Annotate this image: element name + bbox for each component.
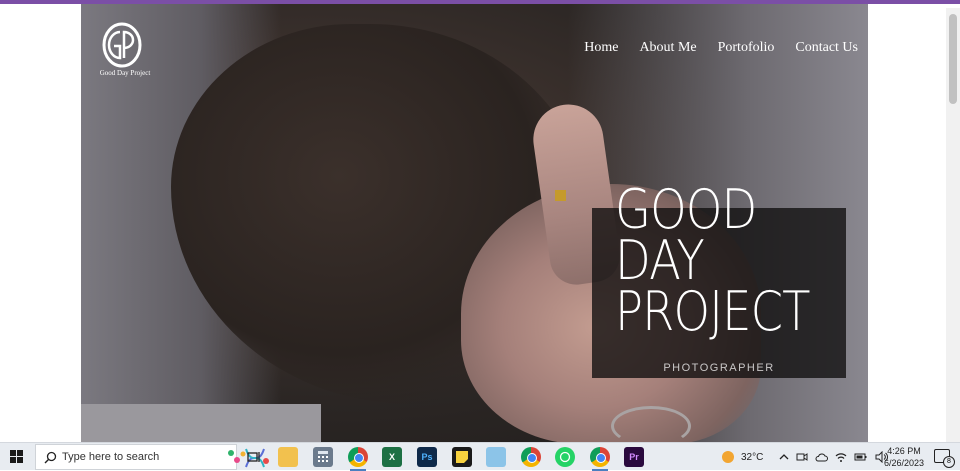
weather-widget[interactable]: 32°C: [720, 443, 763, 471]
notification-center-icon[interactable]: 8: [934, 449, 955, 468]
taskbar-search-box[interactable]: Type here to search: [35, 444, 269, 470]
start-button[interactable]: [0, 443, 34, 471]
calculator-icon[interactable]: [313, 447, 333, 467]
hero-title-line: PROJECT: [615, 280, 811, 343]
hero-laptop-shape: [81, 404, 321, 442]
main-nav: Home About Me Portofolio Contact Us: [584, 40, 858, 56]
system-tray: [779, 443, 888, 471]
scrollbar-thumb[interactable]: [949, 14, 957, 104]
premiere-pro-icon[interactable]: Pr: [624, 447, 644, 467]
wifi-icon[interactable]: [835, 451, 847, 463]
web-page: Good Day Project Home About Me Portofoli…: [0, 4, 960, 446]
excel-icon[interactable]: X: [382, 447, 402, 467]
file-explorer-icon[interactable]: [278, 447, 298, 467]
nav-about-me[interactable]: About Me: [639, 40, 696, 56]
notification-count: 8: [943, 456, 955, 468]
hero-banner: Good Day Project Home About Me Portofoli…: [81, 4, 868, 442]
hero-title-line: GOOD: [615, 178, 757, 241]
hero-ring-shape: [611, 406, 691, 442]
chrome-profile-3-icon[interactable]: [590, 447, 610, 471]
nav-portofolio[interactable]: Portofolio: [718, 40, 775, 56]
nav-home[interactable]: Home: [584, 40, 618, 56]
task-view-icon[interactable]: [244, 447, 264, 467]
weather-sun-icon: [722, 451, 734, 463]
chrome-icon[interactable]: [348, 447, 368, 471]
taskbar: Type here to search X Ps Pr 32°C 4:26 PM…: [0, 442, 960, 471]
taskbar-clock[interactable]: 4:26 PM 6/26/2023: [884, 445, 924, 469]
chevron-up-icon[interactable]: [779, 452, 789, 462]
search-icon: [44, 451, 57, 464]
snipping-tool-icon[interactable]: [486, 447, 506, 467]
photoshop-icon[interactable]: Ps: [417, 447, 437, 467]
sticky-notes-icon[interactable]: [452, 447, 472, 467]
search-placeholder: Type here to search: [62, 451, 160, 463]
logo-monogram-icon: [102, 22, 142, 68]
meet-now-icon[interactable]: [796, 451, 808, 463]
logo-text: Good Day Project: [99, 69, 151, 77]
nav-contact-us[interactable]: Contact Us: [795, 40, 858, 56]
page-scrollbar[interactable]: [946, 8, 960, 446]
accent-square: [555, 190, 566, 201]
hero-title-line: DAY: [615, 229, 705, 292]
battery-icon[interactable]: [854, 452, 868, 462]
windows-logo-icon: [10, 450, 23, 463]
hero-title: GOOD DAY PROJECT: [615, 178, 811, 343]
onedrive-cloud-icon[interactable]: [815, 451, 828, 463]
weather-temp: 32°C: [741, 451, 764, 463]
hero-subtitle: PHOTOGRAPHER: [663, 362, 775, 374]
clock-date: 6/26/2023: [883, 458, 924, 468]
chrome-profile-2-icon[interactable]: [521, 447, 541, 467]
site-logo[interactable]: Good Day Project: [95, 22, 151, 84]
whatsapp-icon[interactable]: [555, 447, 575, 467]
clock-time: 4:26 PM: [887, 446, 921, 456]
